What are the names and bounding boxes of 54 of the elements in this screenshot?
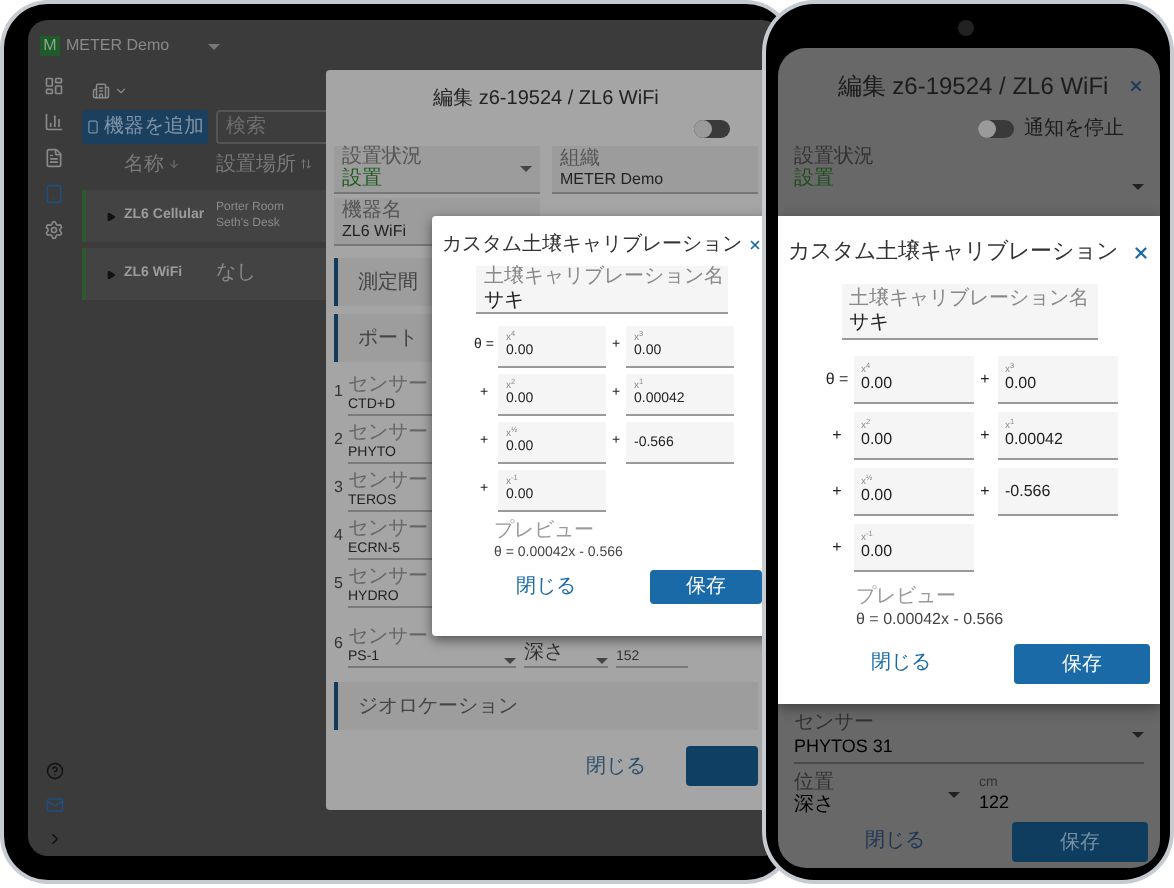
operator-label: + bbox=[830, 536, 844, 560]
operator-label: + bbox=[830, 424, 844, 448]
port-number: 4 bbox=[334, 524, 345, 548]
field-value: 122 bbox=[979, 794, 1012, 812]
operator-label: + bbox=[978, 368, 992, 392]
port-number: 2 bbox=[334, 428, 345, 452]
app-logo: M bbox=[40, 36, 60, 56]
dialog-title: 編集 z6-19524 / ZL6 WiFi bbox=[835, 70, 1111, 104]
field-value: -0.566 bbox=[1005, 483, 1053, 499]
field-label: 土壌キャリブレーション名 bbox=[849, 289, 1089, 309]
field-value: 設置 bbox=[794, 170, 836, 190]
section-title: ジオロケーション bbox=[358, 693, 518, 721]
operator-label: + bbox=[830, 480, 844, 504]
field-label: 設置状況 bbox=[342, 148, 424, 168]
location-text: なし bbox=[216, 266, 256, 282]
field-value: 0.00 bbox=[861, 488, 895, 504]
field-label: センサー bbox=[348, 424, 428, 444]
field-value: サキ bbox=[484, 291, 526, 311]
dialog-title: 編集 z6-19524 / ZL6 WiFi bbox=[433, 86, 659, 114]
field-label: 機器名 bbox=[342, 202, 404, 222]
port-number: 5 bbox=[334, 572, 345, 596]
field-value: 深さ bbox=[524, 644, 566, 664]
field-value: 設置 bbox=[342, 170, 384, 190]
operator-label: θ = bbox=[823, 368, 851, 392]
field-label: センサー bbox=[348, 376, 428, 396]
preview-formula: θ = 0.00042x - 0.566 bbox=[856, 612, 1006, 628]
field-label: 組織 bbox=[560, 150, 602, 170]
operator-label: + bbox=[978, 480, 992, 504]
field-value: 0.00 bbox=[861, 432, 895, 448]
toggle-label: 通知を停止 bbox=[1024, 115, 1124, 143]
field-label: センサー bbox=[348, 520, 428, 540]
field-value: ZL6 WiFi bbox=[342, 224, 408, 240]
operator-label: + bbox=[978, 424, 992, 448]
port-number: 1 bbox=[334, 380, 345, 404]
preview-label: プレビュー bbox=[856, 588, 958, 608]
preview-label: プレビュー bbox=[494, 522, 596, 542]
field-value: 0.00 bbox=[861, 544, 895, 560]
field-value: PHYTOS 31 bbox=[794, 738, 895, 756]
field-label: センサー bbox=[348, 628, 428, 648]
field-value: 0.00 bbox=[1005, 376, 1039, 392]
section-title: ポート bbox=[358, 325, 418, 353]
field-value: 0.00042 bbox=[1005, 432, 1065, 448]
field-value: METER Demo bbox=[560, 172, 666, 188]
port-number: 6 bbox=[334, 632, 345, 656]
field-value: サキ bbox=[849, 313, 891, 333]
port-number: 3 bbox=[334, 476, 345, 500]
field-value: 深さ bbox=[794, 795, 836, 815]
field-label: 土壌キャリブレーション名 bbox=[484, 267, 720, 287]
dialog-title: カスタム土壌キャリブレーション bbox=[442, 231, 742, 259]
field-label: センサー bbox=[348, 568, 428, 588]
field-value: 0.00 bbox=[861, 376, 895, 392]
dialog-title: カスタム土壌キャリブレーション bbox=[788, 237, 1118, 268]
section-title: 測定間 bbox=[358, 269, 418, 297]
field-label: センサー bbox=[348, 472, 428, 492]
